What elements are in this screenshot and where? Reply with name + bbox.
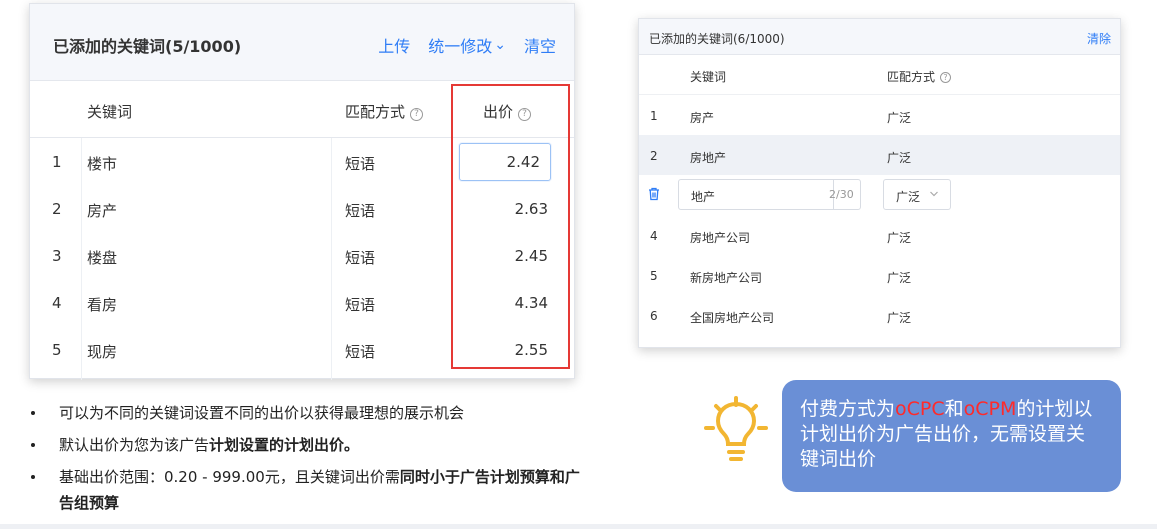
row-match-type[interactable]: 广泛 [887,309,911,326]
row-index: 2 [52,200,62,218]
keyword-bid-panel: 已添加的关键词(5/1000) 上传 统一修改 ⌄ 清空 关键词 匹配方式? 出价… [29,3,575,380]
clear-button[interactable]: 清空 [524,33,556,57]
note-text: 基础出价范围：0.20 - 999.00元，且关键词出价需 [59,468,400,486]
callout-highlight: oCPC [895,398,945,420]
table-row: 4 房地产公司 广泛 [639,215,1120,255]
column-divider [81,138,82,380]
row-match-type[interactable]: 广泛 [887,229,911,246]
chevron-down-icon: ⌄ [494,37,506,53]
note-emphasis: 计划设置的计划出价。 [209,436,360,454]
row-index: 1 [650,109,658,123]
help-circle-icon[interactable]: ? [518,108,532,121]
row-index: 2 [650,149,658,163]
info-callout: 付费方式为oCPC和oCPM的计划以计划出价为广告出价，无需设置关键词出价 [782,380,1121,492]
table-header: 关键词 匹配方式? [639,55,1120,95]
batch-edit-label: 统一修改 [428,37,493,56]
bid-value[interactable]: 2.55 [515,341,548,359]
column-divider [331,138,332,380]
help-circle-icon[interactable]: ? [940,72,952,83]
panel-header: 已添加的关键词(6/1000) 清除 [639,19,1120,55]
list-item: 基础出价范围：0.20 - 999.00元，且关键词出价需同时小于广告计划预算和… [31,464,591,516]
chevron-down-icon [929,187,939,204]
row-match-type[interactable]: 广泛 [887,109,911,126]
callout-highlight: oCPM [963,398,1017,420]
row-match-type[interactable]: 短语 [345,247,375,268]
bullet-dot [31,443,35,447]
table-row: 2 房产 短语 2.63 [30,185,574,232]
column-match-type: 匹配方式? [887,68,952,85]
column-match-type: 匹配方式? [345,101,424,122]
row-match-type[interactable]: 短语 [345,341,375,362]
list-item: 默认出价为您为该广告计划设置的计划出价。 [31,432,591,458]
row-keyword: 楼盘 [87,249,118,267]
notes-list: 可以为不同的关键词设置不同的出价以获得最理想的展示机会 默认出价为您为该广告计划… [31,400,591,522]
bullet-dot [31,411,35,415]
row-match-type[interactable]: 短语 [345,200,375,221]
row-keyword: 现房 [87,343,118,361]
lightbulb-icon [700,394,772,472]
row-keyword: 房产 [690,111,715,125]
panel-title: 已添加的关键词(6/1000) [649,32,785,46]
row-index: 1 [52,153,62,171]
note-text: 可以为不同的关键词设置不同的出价以获得最理想的展示机会 [59,404,465,422]
row-keyword: 看房 [87,296,118,314]
row-keyword: 房产 [87,202,118,220]
header-actions: 上传 统一修改 ⌄ 清空 [378,33,556,57]
table-row: 4 看房 短语 4.34 [30,279,574,326]
list-item: 可以为不同的关键词设置不同的出价以获得最理想的展示机会 [31,400,591,426]
help-circle-icon[interactable]: ? [410,108,424,121]
row-index: 5 [650,269,658,283]
row-keyword: 全国房地产公司 [690,311,775,325]
keyword-input[interactable]: 地产 2/30 [678,179,861,210]
bid-input[interactable]: 2.42 [459,143,551,181]
table-header: 关键词 匹配方式? 出价? [30,81,574,138]
trash-icon[interactable] [648,187,660,201]
table-row: 1 房产 广泛 [639,95,1120,135]
bid-value[interactable]: 4.34 [515,294,548,312]
table-row: 3 楼盘 短语 2.45 [30,232,574,279]
table-row: 5 新房地产公司 广泛 [639,255,1120,295]
column-bid: 出价? [483,101,532,122]
callout-text: 付费方式为 [800,398,896,420]
match-type-select[interactable]: 广泛 [883,179,951,210]
row-index: 5 [52,341,62,359]
row-keyword: 新房地产公司 [690,271,763,285]
row-index: 4 [52,294,62,312]
table-row: 6 全国房地产公司 广泛 [639,295,1120,335]
column-keyword: 关键词 [87,103,133,121]
row-keyword: 楼市 [87,155,118,173]
keyword-input-value: 地产 [691,190,716,204]
match-type-value: 广泛 [896,190,921,204]
note-text: 默认出价为您为该广告 [59,436,210,454]
char-counter: 2/30 [829,188,854,201]
column-bid-label: 出价 [483,103,514,121]
row-match-type[interactable]: 短语 [345,294,375,315]
row-index: 4 [650,229,658,243]
table-row: 2 房地产 广泛 [639,135,1120,175]
column-match-label: 匹配方式 [345,103,406,121]
clear-button[interactable]: 清除 [1087,30,1111,47]
upload-button[interactable]: 上传 [378,33,410,57]
table-row: 1 楼市 短语 2.42 [30,138,574,185]
row-index: 3 [52,247,62,265]
row-match-type[interactable]: 短语 [345,153,375,174]
bid-value[interactable]: 2.63 [515,200,548,218]
row-index: 6 [650,309,658,323]
keyword-match-panel: 已添加的关键词(6/1000) 清除 关键词 匹配方式? 1 房产 广泛 2 房… [638,18,1121,348]
bid-value[interactable]: 2.45 [515,247,548,265]
batch-edit-button[interactable]: 统一修改 ⌄ [428,33,506,57]
row-keyword: 房地产 [690,151,727,165]
bullet-dot [31,475,35,479]
callout-text: 和 [944,398,964,420]
footer-divider [0,524,1157,529]
row-keyword: 房地产公司 [690,231,751,245]
table-row: 5 现房 短语 2.55 [30,326,574,373]
panel-title: 已添加的关键词(5/1000) [53,37,242,56]
row-match-type[interactable]: 广泛 [887,149,911,166]
column-match-label: 匹配方式 [887,70,936,84]
panel-header: 已添加的关键词(5/1000) 上传 统一修改 ⌄ 清空 [30,4,574,81]
row-match-type[interactable]: 广泛 [887,269,911,286]
table-row-editing: 地产 2/30 广泛 [639,175,1120,215]
column-keyword: 关键词 [690,70,727,84]
